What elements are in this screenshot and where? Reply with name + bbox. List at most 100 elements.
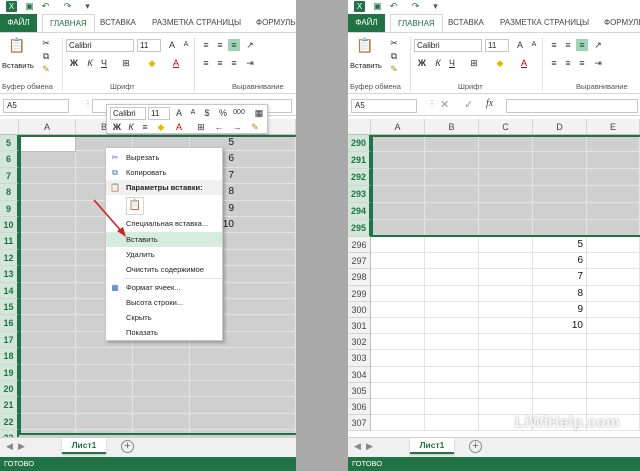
shrink-font-icon[interactable]: A [528,39,540,51]
grid-cell[interactable] [133,381,190,398]
grid-cell[interactable] [371,415,425,432]
grid-cell[interactable] [76,348,133,365]
grid-cell[interactable] [425,415,479,432]
grid-cell[interactable] [425,186,479,203]
indent-icon[interactable]: ⇥ [244,57,256,69]
menu-item-unhide[interactable]: Показать [106,325,222,340]
customize-icon[interactable]: ▾ [82,1,93,12]
grid-cell[interactable] [587,253,640,270]
orientation-icon[interactable]: ↗ [244,39,256,51]
cut-icon[interactable]: ✂ [40,37,52,49]
grid-cell[interactable] [19,331,76,349]
grid-cell[interactable] [371,220,425,237]
undo-icon[interactable]: ↶ [388,1,399,12]
row-header[interactable]: 12 [0,249,19,267]
add-sheet-icon[interactable]: + [469,440,482,453]
formula-input[interactable] [506,99,638,113]
underline-icon[interactable]: Ч [98,57,110,69]
grid-cell[interactable] [587,152,640,169]
row-header[interactable]: 292 [348,169,371,186]
mini-format-icon[interactable]: ▦ [253,107,265,119]
grid-cell[interactable] [425,334,479,351]
grid-cell[interactable] [371,152,425,169]
grid-cell[interactable] [425,350,479,367]
paste-button-label[interactable]: Вставить [2,61,34,70]
format-painter-icon[interactable]: ✎ [40,63,52,75]
grid-cell[interactable] [587,399,640,416]
grid-cell[interactable] [587,382,640,399]
grid-cell[interactable] [425,203,479,220]
grid-cell[interactable] [587,186,640,203]
tab-home[interactable]: ГЛАВНАЯ [42,14,95,33]
grid-cell[interactable] [371,318,425,335]
grid-cell[interactable] [587,269,640,286]
grow-font-icon[interactable]: A [514,39,526,51]
grid-cell[interactable] [479,152,533,169]
grid-cell[interactable] [533,382,587,399]
add-sheet-icon[interactable]: + [121,440,134,453]
underline-icon[interactable]: Ч [446,57,458,69]
grid-cell[interactable] [425,366,479,383]
grid-cell[interactable] [533,399,587,416]
font-size-select[interactable]: 11 [137,39,161,52]
grid-cell[interactable] [479,237,533,254]
row-header[interactable]: 17 [0,331,19,349]
row-header[interactable]: 7 [0,167,19,185]
grid-cell[interactable] [479,382,533,399]
mini-size-select[interactable]: 11 [148,107,170,120]
align-left-icon[interactable]: ≡ [200,57,212,69]
grid-cell[interactable] [371,366,425,383]
grid-cell[interactable] [190,381,296,398]
cancel-entry-icon[interactable]: ✕ [440,98,449,111]
grid-cell[interactable] [19,348,76,365]
row-header[interactable]: 13 [0,266,19,283]
grid-cell[interactable] [19,381,76,398]
grid-cell[interactable] [19,151,76,168]
grid-cell[interactable] [133,348,190,365]
grid-cell[interactable] [479,203,533,220]
grid-cell[interactable] [190,348,296,365]
row-header[interactable]: 296 [348,237,371,254]
grid-cell[interactable] [76,397,133,414]
mini-shrink-font-icon[interactable]: A [187,107,199,119]
mini-italic-icon[interactable]: К [125,121,137,133]
grid-cell[interactable] [533,334,587,351]
align-middle-icon[interactable]: ≡ [562,39,574,51]
grid-cell[interactable] [371,186,425,203]
bold-icon[interactable]: Ж [68,57,80,69]
customize-icon[interactable]: ▾ [430,1,441,12]
font-name-select[interactable]: Calibri [414,39,482,52]
grid-cell[interactable] [587,237,640,254]
row-header[interactable]: 305 [348,382,371,399]
cut-icon[interactable]: ✂ [388,37,400,49]
grid-cell[interactable] [190,364,296,381]
select-all-corner[interactable] [0,119,19,135]
align-left-icon[interactable]: ≡ [548,57,560,69]
grid-cell[interactable] [425,152,479,169]
row-header[interactable]: 302 [348,334,371,351]
tab-formulas[interactable]: ФОРМУЛЫ [249,14,296,32]
align-right-icon[interactable]: ≡ [228,57,240,69]
column-header[interactable]: C [479,119,533,135]
grid-cell[interactable] [133,364,190,381]
copy-icon[interactable]: ⧉ [388,50,400,62]
grid-cell[interactable] [371,237,425,254]
font-name-select[interactable]: Calibri [66,39,134,52]
grid-cell[interactable] [533,203,587,220]
grid-cell[interactable] [479,186,533,203]
grid-cell[interactable] [587,301,640,318]
orientation-icon[interactable]: ↗ [592,39,604,51]
sheet-nav-left-icon[interactable]: ◀ [354,441,361,452]
grid-cell[interactable] [425,237,479,254]
grid-cell[interactable] [371,285,425,302]
save-icon[interactable]: ▣ [372,1,383,12]
grid-cell[interactable] [587,318,640,335]
grid-cell[interactable] [19,217,76,234]
mini-font-select[interactable]: Calibri [110,107,146,120]
row-header[interactable]: 22 [0,413,19,431]
grid-cell[interactable] [533,135,587,152]
row-header[interactable]: 21 [0,397,19,414]
grid-cell[interactable] [479,399,533,416]
row-header[interactable]: 303 [348,350,371,367]
indent-icon[interactable]: ⇥ [592,57,604,69]
